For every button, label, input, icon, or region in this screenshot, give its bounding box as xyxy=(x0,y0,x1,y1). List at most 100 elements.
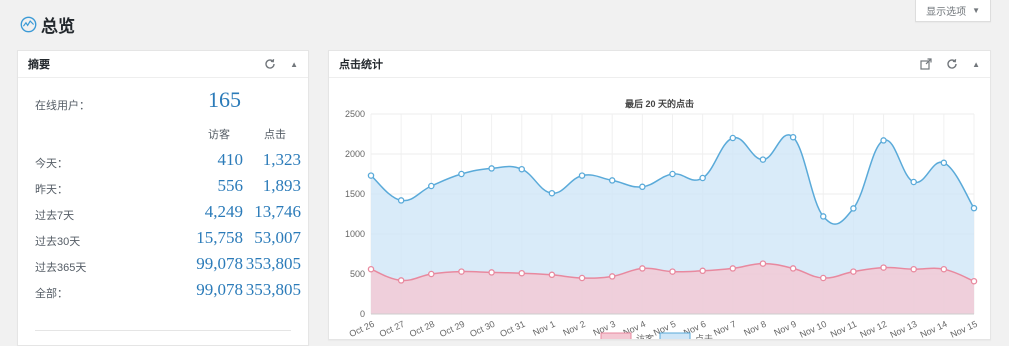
data-point xyxy=(397,197,405,204)
row-label: 全部： xyxy=(35,288,68,300)
row-visitors-value: 4,249 xyxy=(204,202,243,221)
y-tick-label: 500 xyxy=(350,269,365,279)
row-visitors-value: 99,078 xyxy=(196,280,243,299)
data-point xyxy=(789,265,797,272)
row-clicks-value: 1,323 xyxy=(262,150,301,169)
legend-swatch xyxy=(600,332,632,339)
data-point xyxy=(789,133,797,141)
screen-options-button[interactable]: 显示选项 ▼ xyxy=(915,0,991,22)
x-tick-label: Nov 10 xyxy=(798,319,828,339)
data-point xyxy=(699,267,706,275)
y-tick-label: 2500 xyxy=(345,109,365,119)
x-tick-label: Oct 28 xyxy=(408,319,436,339)
data-point xyxy=(910,178,917,186)
data-point xyxy=(548,271,556,279)
data-point xyxy=(608,177,616,184)
data-point xyxy=(759,260,767,267)
collapse-toggle-icon[interactable]: ▲ xyxy=(972,60,980,69)
data-point xyxy=(970,277,978,285)
click-stats-panel: 点击统计 ▲ 最后 20 天的点击 0 500 1000 1500 2000 2500 Oc… xyxy=(328,50,991,340)
x-tick-label: Nov 7 xyxy=(712,319,738,338)
y-tick-label: 1500 xyxy=(345,189,365,199)
data-point xyxy=(850,268,857,275)
stats-logo-icon xyxy=(20,16,37,32)
row-label: 昨天： xyxy=(35,184,68,196)
click-stats-header: 点击统计 ▲ xyxy=(329,51,990,78)
external-link-icon[interactable] xyxy=(920,58,932,70)
data-point xyxy=(518,165,525,173)
row-visitors-value: 15,758 xyxy=(196,228,243,247)
data-point xyxy=(578,172,586,179)
refresh-icon[interactable] xyxy=(946,58,958,70)
collapse-toggle-icon[interactable]: ▲ xyxy=(290,60,298,69)
row-visitors-value: 556 xyxy=(217,176,244,195)
data-point xyxy=(428,182,435,190)
x-tick-label: Nov 9 xyxy=(772,319,798,338)
data-point xyxy=(729,265,737,272)
caret-down-icon: ▼ xyxy=(972,6,980,15)
row-visitors-value: 410 xyxy=(217,150,244,169)
row-label: 过去7天 xyxy=(35,210,75,222)
data-point xyxy=(819,274,827,282)
data-point xyxy=(910,265,917,273)
visitors-column-header: 访客 xyxy=(208,129,230,141)
data-point xyxy=(458,268,465,275)
row-clicks-value: 53,007 xyxy=(254,228,301,247)
data-point xyxy=(639,265,646,272)
x-tick-label: Nov 15 xyxy=(949,319,979,339)
data-point xyxy=(458,170,465,178)
summary-panel: 摘要 ▲ 在线用户： 165 访客 点击 今天： 410 1,323 昨天： 556 1,… xyxy=(17,50,309,346)
y-tick-label: 0 xyxy=(360,309,365,319)
data-point xyxy=(729,134,737,142)
legend-swatch xyxy=(659,332,691,339)
data-point xyxy=(367,265,375,273)
data-point xyxy=(940,265,948,273)
data-point xyxy=(639,183,646,191)
row-clicks-value: 353,805 xyxy=(245,254,301,273)
x-tick-label: Nov 12 xyxy=(858,319,888,339)
x-tick-label: Nov 14 xyxy=(919,319,949,339)
summary-divider xyxy=(35,330,291,331)
row-clicks-value: 1,893 xyxy=(262,176,301,195)
data-point xyxy=(488,165,495,172)
row-clicks-value: 13,746 xyxy=(254,202,301,221)
data-point xyxy=(850,205,857,212)
data-point xyxy=(397,277,405,284)
x-tick-label: Oct 30 xyxy=(468,319,496,339)
click-chart: 05001000150020002500Oct 26 Oct 27 Oct 28 Oc… xyxy=(345,109,979,339)
legend-label: 访客 xyxy=(636,333,654,339)
data-point xyxy=(669,268,676,275)
row-clicks-value: 353,805 xyxy=(245,280,301,299)
row-label: 今天： xyxy=(35,158,68,170)
x-tick-label: Nov 2 xyxy=(561,319,587,338)
data-point xyxy=(548,189,556,197)
page-title: 总览 xyxy=(41,16,75,36)
y-tick-label: 1000 xyxy=(345,229,365,239)
click-stats-title: 点击统计 xyxy=(339,59,383,71)
x-tick-label: Oct 26 xyxy=(348,319,376,339)
refresh-icon[interactable] xyxy=(264,58,276,70)
x-tick-label: Oct 29 xyxy=(438,319,466,339)
summary-title: 摘要 xyxy=(28,59,50,71)
data-point xyxy=(578,274,586,282)
data-point xyxy=(428,270,435,278)
clicks-column-header: 点击 xyxy=(264,129,286,141)
online-users-label: 在线用户： xyxy=(35,100,90,112)
legend-label: 点击 xyxy=(695,333,713,339)
online-users-value: 165 xyxy=(208,87,241,112)
x-tick-label: Nov 13 xyxy=(888,319,918,339)
x-tick-label: Nov 1 xyxy=(531,319,557,338)
data-point xyxy=(367,172,375,179)
data-point xyxy=(970,204,978,212)
x-tick-label: Oct 27 xyxy=(378,319,406,339)
data-point xyxy=(819,213,827,220)
data-point xyxy=(669,170,676,178)
screen-options-label: 显示选项 xyxy=(926,7,967,18)
page-header: 总览 xyxy=(20,11,75,37)
row-label: 过去365天 xyxy=(35,262,87,274)
x-tick-label: Nov 8 xyxy=(742,319,768,338)
data-point xyxy=(759,156,767,163)
data-point xyxy=(880,264,887,271)
data-point xyxy=(940,159,948,167)
row-visitors-value: 99,078 xyxy=(196,254,243,273)
